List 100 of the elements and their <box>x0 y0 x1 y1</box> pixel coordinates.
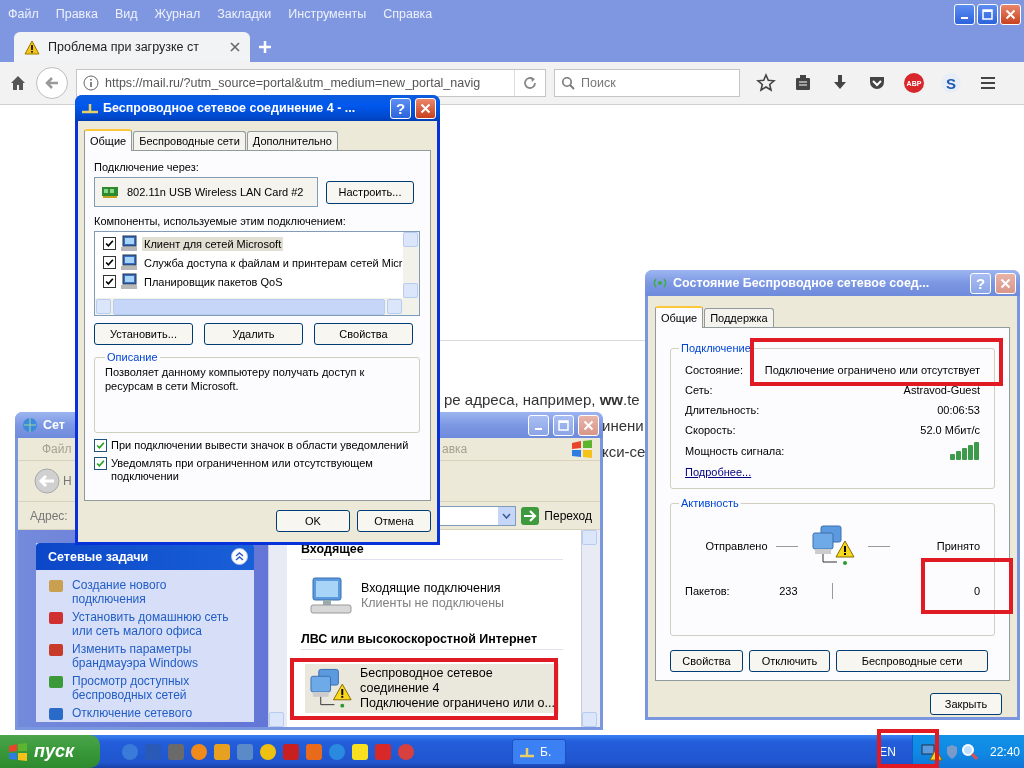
minimize-icon <box>535 427 542 430</box>
checkbox-label: При подключении вывести значок в области уведомлений <box>111 439 409 452</box>
search-field[interactable]: Поиск <box>554 69 740 97</box>
app-icon[interactable] <box>329 743 345 760</box>
app-icon[interactable] <box>306 743 322 760</box>
close-button[interactable] <box>415 97 436 119</box>
task-link[interactable]: Создание нового подключения <box>72 578 237 606</box>
list-item[interactable]: Клиент для сетей Microsoft <box>142 236 284 251</box>
group-heading: ЛВС или высокоскоростной Интернет <box>301 632 563 650</box>
configure-button[interactable]: Настроить... <box>326 180 414 204</box>
address-field[interactable]: https://mail.ru/?utm_source=portal&utm_medium=new_portal_navig <box>76 69 546 97</box>
field-label: Длительность: <box>685 404 760 416</box>
start-button[interactable]: пуск <box>0 735 100 768</box>
close-icon[interactable] <box>230 42 240 52</box>
computer-icon <box>120 235 138 252</box>
star-icon[interactable] <box>756 73 776 93</box>
new-tab-icon[interactable] <box>258 40 272 54</box>
scroll-button[interactable] <box>403 283 418 298</box>
reload-icon <box>523 76 537 90</box>
extension-button[interactable]: S <box>941 73 961 93</box>
checkbox[interactable] <box>103 275 116 288</box>
task-icon <box>48 610 64 626</box>
app-icon[interactable] <box>260 743 276 760</box>
page-text: кси-се <box>602 442 646 462</box>
clipboard-icon[interactable] <box>793 73 813 93</box>
details-link[interactable]: Подробнее... <box>685 466 752 478</box>
dialog-button[interactable]: Отмена <box>357 510 431 532</box>
checkbox-label: Уведомлять при ограниченном или отсутствующем подключении <box>111 457 374 483</box>
collapse-button[interactable] <box>231 548 248 565</box>
scrollbar[interactable] <box>95 298 419 315</box>
list-item[interactable]: Служба доступа к файлам и принтерам сетей Micr <box>142 255 403 270</box>
close-icon <box>1000 277 1011 289</box>
adapter-field: 802.11n USB Wireless LAN Card #2 <box>94 177 318 207</box>
checkbox[interactable] <box>94 439 107 452</box>
arrow-icon <box>44 75 60 91</box>
scroll-button[interactable] <box>403 232 418 247</box>
warning-icon <box>24 39 40 55</box>
scrollbar[interactable] <box>403 232 419 298</box>
page-text: инени <box>602 416 644 436</box>
close-icon <box>420 102 431 114</box>
field-value: 52.0 Мбит/с <box>920 424 980 436</box>
minimize-button[interactable] <box>954 3 975 25</box>
maximize-icon <box>558 419 569 431</box>
back-button[interactable] <box>36 67 68 99</box>
network-globe-icon <box>21 416 39 434</box>
browser-tab[interactable]: Проблема при загрузке ст <box>14 32 250 62</box>
window-title: Беспроводное сетевое соединение 4 - ... <box>103 101 357 115</box>
received-label: Принято <box>936 540 980 552</box>
tab[interactable]: Дополнительно <box>246 131 338 150</box>
dialog-button[interactable]: Установить... <box>94 323 193 345</box>
window-title: Состояние Беспроводное сетевое соед... <box>673 276 931 290</box>
task-icon <box>48 578 64 594</box>
field-label: Пакетов: <box>685 585 730 597</box>
maximize-button[interactable] <box>977 3 998 25</box>
taskbar-button[interactable]: Б. <box>512 738 566 765</box>
task-link[interactable]: Установить домашнюю сеть или сеть малого офиса <box>72 610 237 638</box>
checkbox[interactable] <box>103 256 116 269</box>
app-icon[interactable] <box>214 743 230 760</box>
help-button[interactable]: ? <box>390 97 411 119</box>
scroll-thumb[interactable] <box>113 298 385 315</box>
field-value: 00:06:53 <box>937 404 980 416</box>
search-icon <box>561 76 575 90</box>
field-label: Состояние: <box>685 364 743 376</box>
minimize-icon <box>961 16 968 19</box>
task-link[interactable]: Отключение сетевого <box>72 706 237 720</box>
clock: 22:40 <box>990 744 1021 759</box>
search-icon[interactable] <box>961 742 979 761</box>
tab[interactable]: Общие <box>84 129 133 151</box>
scroll-button[interactable] <box>387 299 402 314</box>
description-text: Позволяет данному компьютеру получать доступ к ресурсам в сети Microsoft. <box>105 365 366 393</box>
field-label: Скорость: <box>685 424 736 436</box>
group-title: Активность <box>680 497 740 509</box>
network-warning-icon <box>309 667 353 710</box>
group-title: Подключение <box>680 342 752 354</box>
scroll-button[interactable] <box>96 299 111 314</box>
computer-icon <box>120 254 138 271</box>
field-value: Astravod-Guest <box>903 384 980 396</box>
task-link[interactable]: Просмотр доступных беспроводных сетей <box>72 674 237 702</box>
network-warning-icon[interactable] <box>921 742 943 761</box>
network-warning-icon <box>810 525 855 567</box>
task-icon <box>48 674 64 690</box>
tab[interactable]: Беспроводные сети <box>133 131 246 150</box>
window-title: Сет <box>43 418 66 432</box>
close-button[interactable] <box>1000 3 1021 25</box>
task-link[interactable]: Изменить параметры брандмауэра Windows <box>72 642 237 670</box>
app-icon[interactable] <box>352 743 368 760</box>
checkbox[interactable] <box>94 457 107 470</box>
list-item[interactable]: Планировщик пакетов QoS <box>142 274 285 289</box>
network-card-icon <box>101 185 121 199</box>
packet-count: 233 <box>779 585 798 597</box>
windows-logo-icon <box>8 742 28 761</box>
windows-logo-icon <box>570 439 594 459</box>
computer-icon <box>309 576 353 616</box>
sent-label: Отправлено <box>705 540 768 552</box>
checkbox[interactable] <box>103 237 116 250</box>
dialog-button[interactable]: OK <box>276 510 350 532</box>
app-icon[interactable] <box>191 743 207 760</box>
dialog-button[interactable]: Удалить <box>204 323 303 345</box>
address-label: Адрес: <box>30 508 68 523</box>
dialog-button[interactable]: Свойства <box>314 323 413 345</box>
